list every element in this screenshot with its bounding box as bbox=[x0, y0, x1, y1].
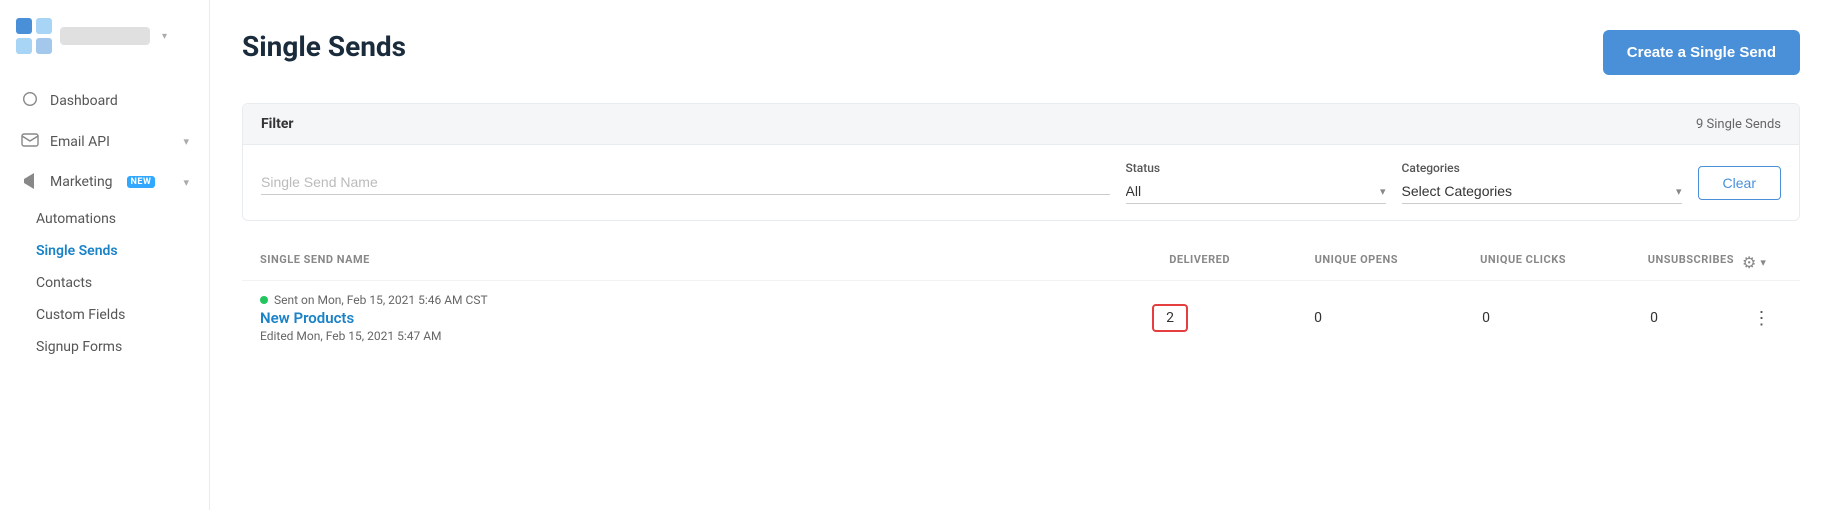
filter-status-field: Status All ▾ bbox=[1126, 161, 1386, 204]
workspace-name bbox=[60, 27, 150, 45]
marketing-label: Marketing bbox=[50, 174, 113, 190]
sidebar-nav: Dashboard Email API ▾ Marketing NEW ▾ bbox=[0, 72, 209, 371]
email-api-arrow-icon: ▾ bbox=[183, 135, 189, 148]
filter-count: 9 Single Sends bbox=[1696, 117, 1781, 132]
unique-clicks-value: 0 bbox=[1482, 310, 1490, 326]
page-title: Single Sends bbox=[242, 30, 406, 63]
sidebar-item-single-sends[interactable]: Single Sends bbox=[0, 235, 209, 267]
col-header-delivered: Delivered bbox=[1110, 253, 1230, 272]
table-header: Single Send Name Delivered Unique Opens … bbox=[242, 245, 1800, 280]
unique-opens-cell: 0 bbox=[1238, 310, 1398, 326]
custom-fields-label: Custom Fields bbox=[36, 307, 125, 323]
gear-chevron-icon: ▾ bbox=[1760, 256, 1766, 269]
dashboard-icon bbox=[20, 90, 40, 112]
main-content: Single Sends Create a Single Send Filter… bbox=[210, 0, 1832, 510]
categories-select[interactable]: Select Categories bbox=[1402, 183, 1682, 199]
sidebar-item-email-api[interactable]: Email API ▾ bbox=[0, 122, 209, 161]
page-header: Single Sends Create a Single Send bbox=[242, 30, 1800, 75]
single-send-name-input[interactable] bbox=[261, 170, 1110, 195]
sidebar-item-automations[interactable]: Automations bbox=[0, 203, 209, 235]
status-filter-label: Status bbox=[1126, 161, 1386, 175]
status-select[interactable]: All bbox=[1126, 183, 1386, 199]
send-edited-text: Edited Mon, Feb 15, 2021 5:47 AM bbox=[260, 329, 1102, 343]
send-status-line: Sent on Mon, Feb 15, 2021 5:46 AM CST bbox=[260, 293, 1102, 307]
filter-title: Filter bbox=[261, 116, 294, 132]
sidebar-item-custom-fields[interactable]: Custom Fields bbox=[0, 299, 209, 331]
categories-select-wrapper: Select Categories ▾ bbox=[1402, 179, 1682, 204]
status-select-wrapper: All ▾ bbox=[1126, 179, 1386, 204]
col-header-unique-opens: Unique Opens bbox=[1238, 253, 1398, 272]
row-more-options-button[interactable]: ⋮ bbox=[1749, 304, 1776, 333]
sidebar: ▾ Dashboard Email API ▾ Marketing bbox=[0, 0, 210, 510]
workspace-chevron-icon: ▾ bbox=[162, 31, 167, 42]
marketing-new-badge: NEW bbox=[127, 176, 156, 188]
filter-name-field bbox=[261, 170, 1110, 195]
contacts-label: Contacts bbox=[36, 275, 92, 291]
table-settings-button[interactable]: ⚙ ▾ bbox=[1742, 253, 1782, 272]
col-header-unsubscribes: Unsubscribes bbox=[1574, 253, 1734, 272]
marketing-arrow-icon: ▾ bbox=[183, 176, 189, 189]
unique-clicks-cell: 0 bbox=[1406, 310, 1566, 326]
email-api-label: Email API bbox=[50, 134, 110, 150]
filter-body: Status All ▾ Categories Select Categorie… bbox=[243, 145, 1799, 220]
unsubscribes-cell: 0 bbox=[1574, 310, 1734, 326]
single-sends-label: Single Sends bbox=[36, 243, 118, 259]
sidebar-logo[interactable]: ▾ bbox=[0, 0, 209, 72]
brand-logo bbox=[16, 18, 52, 54]
filter-section: Filter 9 Single Sends Status All ▾ Categ… bbox=[242, 103, 1800, 221]
marketing-sub-nav: Automations Single Sends Contacts Custom… bbox=[0, 203, 209, 363]
delivered-cell: 2 bbox=[1110, 304, 1230, 332]
gear-icon: ⚙ bbox=[1742, 253, 1756, 272]
filter-header: Filter 9 Single Sends bbox=[243, 104, 1799, 145]
clear-filter-button[interactable]: Clear bbox=[1698, 166, 1781, 200]
sidebar-item-marketing[interactable]: Marketing NEW ▾ bbox=[0, 161, 209, 203]
status-sent-dot bbox=[260, 296, 268, 304]
filter-categories-field: Categories Select Categories ▾ bbox=[1402, 161, 1682, 204]
delivered-value: 2 bbox=[1152, 304, 1188, 332]
automations-label: Automations bbox=[36, 211, 116, 227]
marketing-icon bbox=[20, 171, 40, 193]
create-single-send-button[interactable]: Create a Single Send bbox=[1603, 30, 1800, 75]
categories-filter-label: Categories bbox=[1402, 161, 1682, 175]
sidebar-item-dashboard[interactable]: Dashboard bbox=[0, 80, 209, 122]
dashboard-label: Dashboard bbox=[50, 93, 118, 109]
signup-forms-label: Signup Forms bbox=[36, 339, 122, 355]
col-header-name: Single Send Name bbox=[260, 253, 1102, 272]
unique-opens-value: 0 bbox=[1314, 310, 1322, 326]
col-header-unique-clicks: Unique Clicks bbox=[1406, 253, 1566, 272]
email-api-icon bbox=[20, 132, 40, 151]
table-row: Sent on Mon, Feb 15, 2021 5:46 AM CST Ne… bbox=[242, 280, 1800, 355]
sidebar-item-signup-forms[interactable]: Signup Forms bbox=[0, 331, 209, 363]
send-info: Sent on Mon, Feb 15, 2021 5:46 AM CST Ne… bbox=[260, 293, 1102, 343]
send-status-text: Sent on Mon, Feb 15, 2021 5:46 AM CST bbox=[274, 293, 488, 307]
row-actions: ⋮ bbox=[1742, 304, 1782, 333]
send-name-link[interactable]: New Products bbox=[260, 309, 1102, 327]
sidebar-item-contacts[interactable]: Contacts bbox=[0, 267, 209, 299]
unsubscribes-value: 0 bbox=[1650, 310, 1658, 326]
